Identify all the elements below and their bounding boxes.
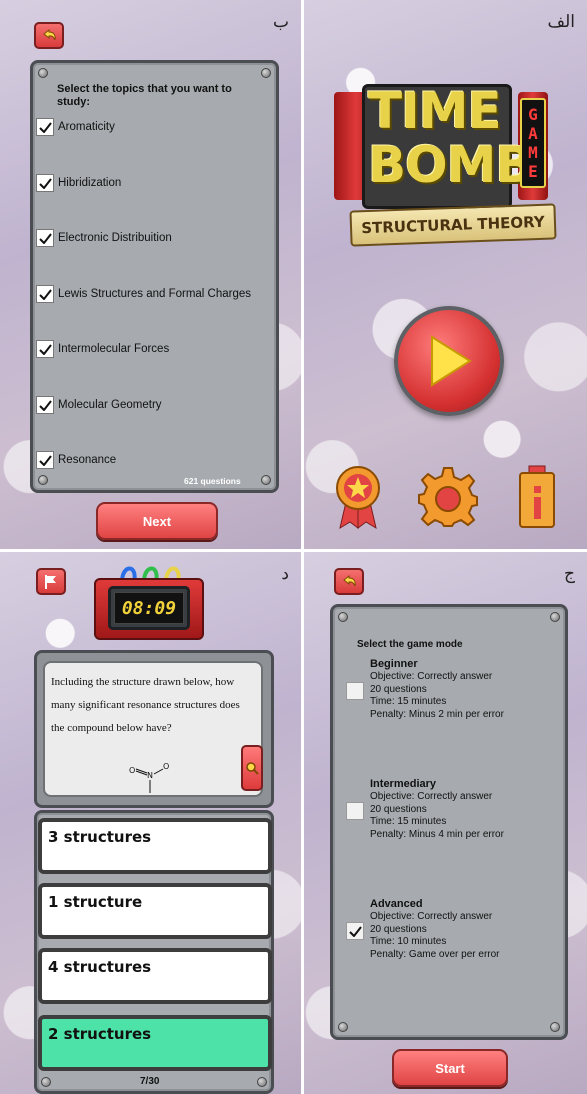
mode-line: Objective: Correctly answer <box>370 791 493 802</box>
vertical-divider <box>301 0 304 1094</box>
bomb-timer: 08:09 <box>94 560 204 640</box>
checkbox[interactable] <box>36 229 54 247</box>
checkbox[interactable] <box>346 922 364 940</box>
check-icon <box>38 232 52 244</box>
topic-lewis-structures[interactable]: Lewis Structures and Formal Charges <box>36 285 251 303</box>
topic-label: Aromaticity <box>58 121 115 133</box>
back-button[interactable] <box>34 22 64 49</box>
topic-hibridization[interactable]: Hibridization <box>36 174 121 192</box>
logo-bomb: BOMB <box>368 136 533 194</box>
checkbox[interactable] <box>36 118 54 136</box>
mode-line: Objective: Correctly answer <box>370 911 493 922</box>
svg-text:N: N <box>147 771 153 780</box>
question-count: 621 questions <box>184 476 241 486</box>
question-text: Including the structure drawn below, how… <box>51 676 240 734</box>
answer-option-correct[interactable]: 2 structures <box>38 1015 272 1071</box>
check-icon <box>38 343 52 355</box>
checkbox[interactable] <box>36 396 54 414</box>
check-icon <box>38 454 52 466</box>
topic-electronic-distribution[interactable]: Electronic Distribuition <box>36 229 172 247</box>
checkbox[interactable] <box>36 285 54 303</box>
topic-intermolecular-forces[interactable]: Intermolecular Forces <box>36 340 169 358</box>
mode-line: Penalty: Minus 4 min per error <box>370 828 504 840</box>
next-button[interactable]: Next <box>96 502 218 540</box>
info-button[interactable] <box>517 464 557 530</box>
topic-label: Intermolecular Forces <box>58 343 170 355</box>
mode-line: Penalty: Game over per error <box>370 948 500 960</box>
mode-title: Intermediary <box>370 778 437 790</box>
flag-icon <box>45 574 56 589</box>
topic-aromaticity[interactable]: Aromaticity <box>36 118 115 136</box>
question-card: Including the structure drawn below, how… <box>34 650 274 808</box>
zoom-button[interactable] <box>241 745 263 791</box>
checkbox[interactable] <box>36 340 54 358</box>
info-battery-icon <box>519 465 555 528</box>
mode-title: Beginner <box>370 658 418 670</box>
panel-label: الف <box>547 12 575 32</box>
panel-label: ج <box>564 564 575 584</box>
mode-line: 20 questions <box>370 803 427 815</box>
back-arrow-icon <box>43 28 56 40</box>
check-icon <box>38 399 52 411</box>
gear-icon <box>418 467 478 527</box>
check-icon <box>348 925 362 937</box>
topic-molecular-geometry[interactable]: Molecular Geometry <box>36 396 162 414</box>
answer-option[interactable]: 1 structure <box>38 883 272 939</box>
mode-line: Penalty: Minus 2 min per error <box>370 708 504 720</box>
answer-option[interactable]: 3 structures <box>38 818 272 874</box>
answer-option[interactable]: 4 structures <box>38 948 272 1004</box>
topics-heading: Select the topics that you want to study… <box>57 83 232 108</box>
panel-label: د <box>281 564 289 584</box>
timer-display: 08:09 <box>114 592 184 624</box>
svg-text:O: O <box>129 766 135 775</box>
back-button[interactable] <box>334 568 364 595</box>
topic-label: Hibridization <box>58 177 122 189</box>
logo-game: GAME <box>520 98 546 188</box>
settings-button[interactable] <box>417 466 479 528</box>
flag-button[interactable] <box>36 568 66 595</box>
progress-counter: 7/30 <box>140 1076 160 1087</box>
game-logo: TIME BOMB GAME STRUCTURAL THEORY <box>332 82 567 257</box>
zoom-icon <box>246 762 259 775</box>
checkbox[interactable] <box>36 451 54 469</box>
mode-line: Time: 10 minutes <box>370 936 447 947</box>
checkbox[interactable] <box>346 802 364 820</box>
question-screen: د 08:09 Including the structure drawn be… <box>0 552 301 1094</box>
mode-line: Time: 15 minutes <box>370 816 447 827</box>
check-icon <box>38 177 52 189</box>
check-icon <box>38 288 52 300</box>
mode-heading: Select the game mode <box>357 639 463 650</box>
play-icon <box>431 335 472 387</box>
start-button[interactable]: Start <box>392 1049 508 1087</box>
game-mode-screen: ج Select the game mode Beginner Objectiv… <box>304 552 587 1094</box>
topic-label: Molecular Geometry <box>58 399 162 411</box>
mode-line: 20 questions <box>370 923 427 935</box>
horizontal-divider <box>0 549 587 552</box>
mode-title: Advanced <box>370 898 423 910</box>
mode-line: Time: 15 minutes <box>370 696 447 707</box>
topic-label: Lewis Structures and Formal Charges <box>58 288 252 300</box>
logo-time: TIME <box>368 82 502 140</box>
topic-label: Resonance <box>58 454 117 466</box>
topics-screen: ب Select the topics that you want to stu… <box>0 0 301 549</box>
mode-line: 20 questions <box>370 683 427 695</box>
play-button[interactable] <box>394 306 504 416</box>
topic-label: Electronic Distribuition <box>58 232 172 244</box>
logo-banner: STRUCTURAL THEORY <box>349 203 557 247</box>
title-screen: الف TIME BOMB GAME STRUCTURAL THEORY <box>304 0 587 549</box>
mode-line: Objective: Correctly answer <box>370 671 493 682</box>
panel-label: ب <box>272 12 289 32</box>
achievements-button[interactable] <box>332 464 384 530</box>
checkbox[interactable] <box>346 682 364 700</box>
check-icon <box>38 121 52 133</box>
svg-text:O: O <box>163 762 169 771</box>
topic-resonance[interactable]: Resonance <box>36 451 116 469</box>
checkbox[interactable] <box>36 174 54 192</box>
award-icon <box>336 466 380 530</box>
back-arrow-icon <box>343 574 356 586</box>
nitro-structure-icon: O N O <box>129 762 169 793</box>
